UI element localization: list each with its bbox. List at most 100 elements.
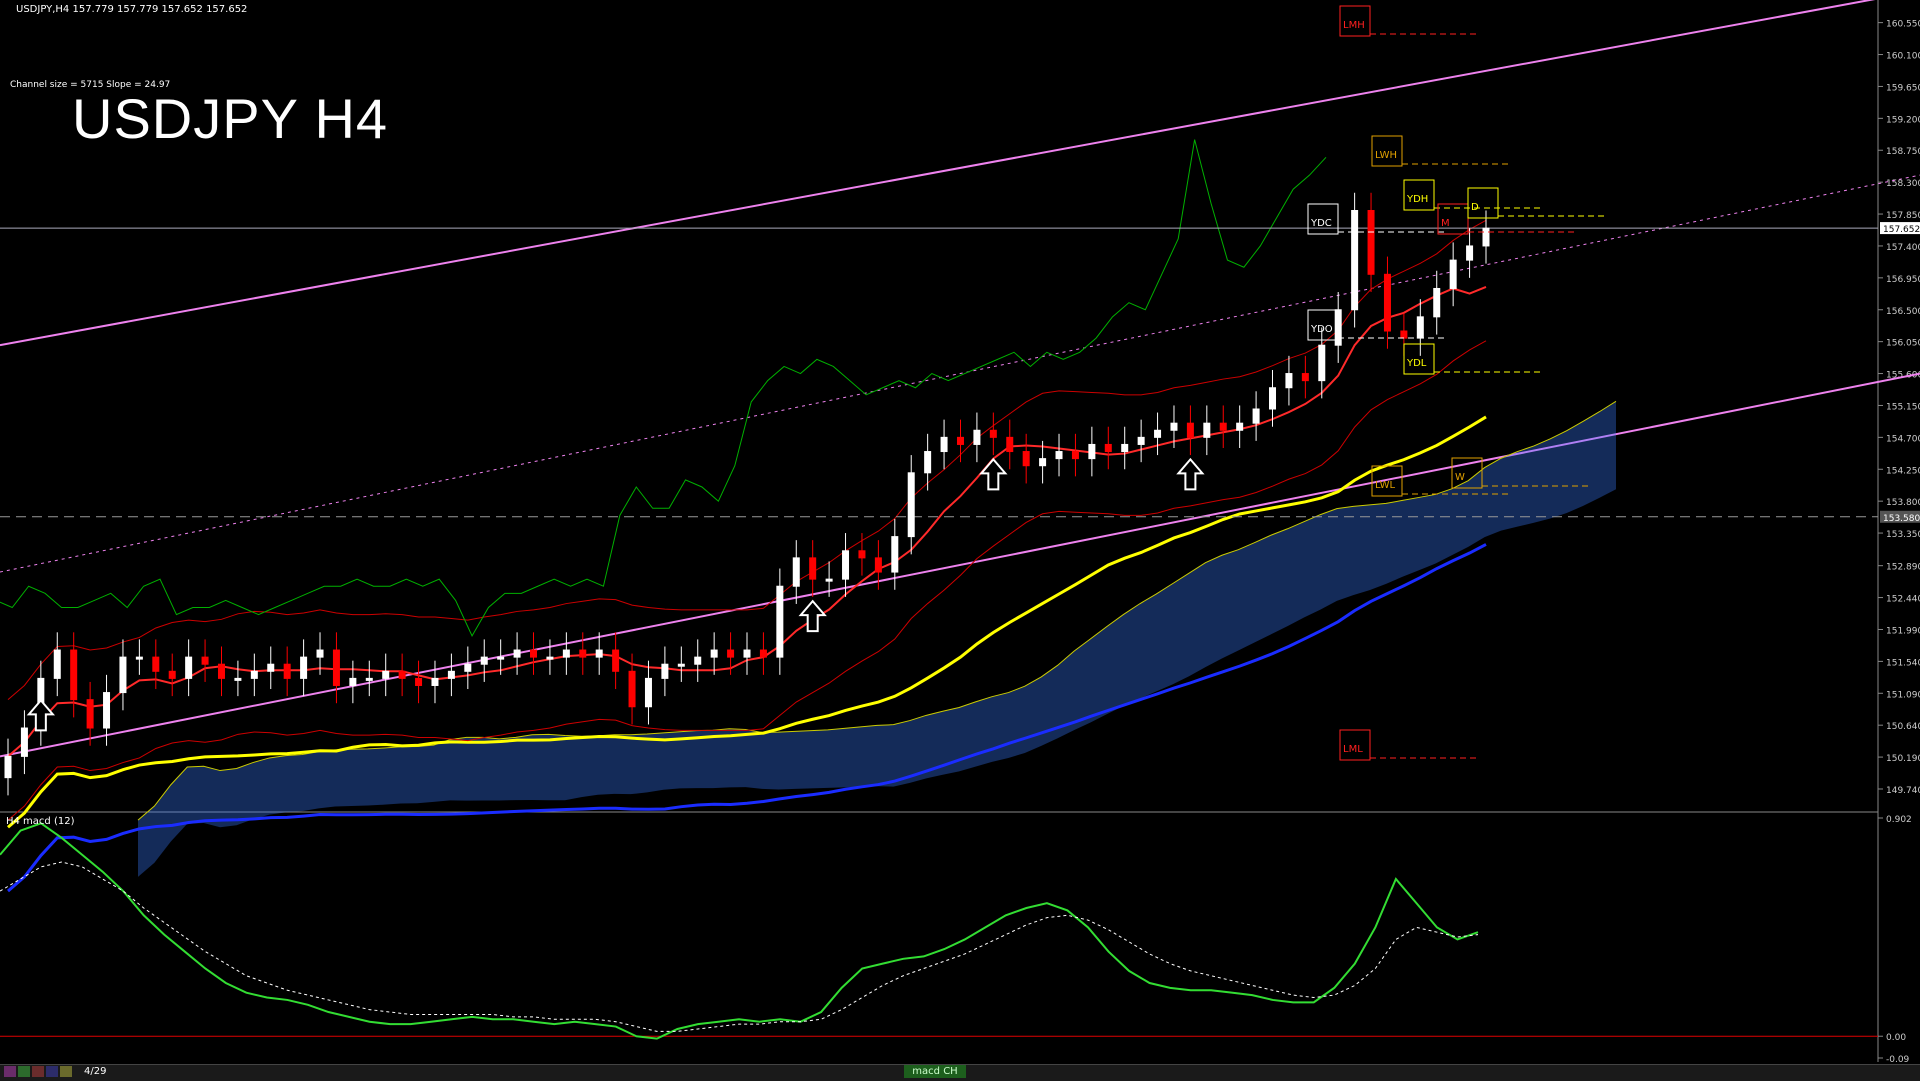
ichimoku-cloud bbox=[138, 401, 1616, 877]
tab-swatch[interactable] bbox=[32, 1066, 44, 1077]
candle-body bbox=[332, 649, 340, 686]
macd-tick-label: 0.00 bbox=[1886, 1033, 1906, 1043]
signal-line bbox=[0, 861, 1479, 1032]
candle-body bbox=[398, 670, 406, 679]
candle-body bbox=[677, 663, 685, 667]
y-tick-label: 157.400 bbox=[1886, 243, 1920, 253]
tab-swatch[interactable] bbox=[46, 1066, 58, 1077]
y-tick-label: 159.200 bbox=[1886, 115, 1920, 125]
level-label: LWH bbox=[1375, 150, 1397, 161]
y-tick-label: 151.990 bbox=[1886, 626, 1920, 636]
candle-body bbox=[792, 557, 800, 587]
macd-line bbox=[0, 822, 1479, 1040]
tab-swatch[interactable] bbox=[60, 1066, 72, 1077]
candle-body bbox=[1433, 287, 1441, 318]
up-arrow-icon bbox=[26, 698, 56, 732]
candle-body bbox=[1367, 210, 1375, 275]
candle-body bbox=[1285, 373, 1293, 389]
page-label: 4/29 bbox=[84, 1066, 107, 1077]
candle-body bbox=[1219, 422, 1227, 431]
y-tick-label: 155.150 bbox=[1886, 402, 1920, 412]
candle-body bbox=[1351, 210, 1359, 311]
candle-body bbox=[382, 670, 390, 679]
tab-swatch[interactable] bbox=[4, 1066, 16, 1077]
level-label: LMH bbox=[1343, 20, 1365, 31]
candle-body bbox=[480, 656, 488, 665]
chikou-span-line bbox=[0, 139, 1327, 637]
candle-body bbox=[1088, 443, 1096, 460]
y-tick-label: 159.650 bbox=[1886, 83, 1920, 93]
candle-body bbox=[940, 436, 948, 453]
ema-red-line bbox=[7, 286, 1487, 758]
y-tick-label: 153.800 bbox=[1886, 498, 1920, 508]
candle-body bbox=[415, 677, 423, 686]
candle-body bbox=[628, 670, 636, 708]
level-label: D bbox=[1471, 202, 1479, 213]
candle-body bbox=[86, 699, 94, 729]
candle-body bbox=[119, 656, 127, 694]
candle-body bbox=[1482, 227, 1490, 247]
candle-body bbox=[907, 472, 915, 538]
candle-body bbox=[1383, 273, 1391, 332]
candle-body bbox=[1449, 259, 1457, 289]
candle-body bbox=[825, 578, 833, 582]
candle-body bbox=[513, 649, 521, 658]
candle-body bbox=[217, 663, 225, 679]
candle-body bbox=[612, 649, 620, 672]
candle-body bbox=[1186, 422, 1194, 438]
candle-body bbox=[152, 656, 160, 672]
chart-title: USDJPY H4 bbox=[72, 87, 389, 150]
candle-body bbox=[989, 429, 997, 438]
y-tick-label: 157.850 bbox=[1886, 211, 1920, 221]
candle-body bbox=[234, 677, 242, 681]
y-tick-label: 158.300 bbox=[1886, 179, 1920, 189]
macd-subwindow-label: H4 macd (12) bbox=[6, 816, 75, 827]
y-tick-label: 150.640 bbox=[1886, 722, 1920, 732]
candle-body bbox=[924, 451, 932, 474]
candle-body bbox=[1039, 458, 1047, 467]
candle-body bbox=[891, 536, 899, 573]
candle-body bbox=[4, 755, 12, 779]
candle-body bbox=[316, 649, 324, 658]
candle-body bbox=[546, 656, 554, 660]
candle-body bbox=[956, 436, 964, 445]
candle-body bbox=[1154, 429, 1162, 438]
candle-body bbox=[1301, 373, 1309, 382]
y-tick-label: 160.550 bbox=[1886, 20, 1920, 30]
level-label: M bbox=[1441, 218, 1450, 229]
usdjpy-h4-chart[interactable]: 160.550 160.100 159.650 159.200 158.750 158.3… bbox=[0, 0, 1920, 1080]
candle-body bbox=[1006, 436, 1014, 453]
candle-body bbox=[1400, 330, 1408, 339]
candle-body bbox=[1203, 422, 1211, 438]
candle-body bbox=[661, 663, 669, 679]
candle-body bbox=[70, 649, 78, 701]
candle-body bbox=[447, 670, 455, 679]
candle-body bbox=[1055, 451, 1063, 460]
candle-body bbox=[595, 649, 603, 658]
y-tick-label: 152.890 bbox=[1886, 563, 1920, 573]
candle-body bbox=[497, 656, 505, 660]
candle-body bbox=[1252, 408, 1260, 424]
tab-swatch[interactable] bbox=[18, 1066, 30, 1077]
candle-body bbox=[776, 585, 784, 658]
marked-level-label: 153.580 bbox=[1883, 514, 1920, 524]
up-arrow-icon bbox=[1176, 457, 1205, 491]
macd-tab[interactable]: macd CH bbox=[904, 1065, 966, 1078]
y-tick-label: 149.740 bbox=[1886, 786, 1920, 796]
candle-body bbox=[1170, 422, 1178, 431]
y-tick-label: 151.540 bbox=[1886, 658, 1920, 668]
candle-body bbox=[1137, 436, 1145, 445]
y-tick-label: 156.950 bbox=[1886, 275, 1920, 285]
y-tick-label: 153.350 bbox=[1886, 530, 1920, 540]
candle-body bbox=[842, 550, 850, 580]
y-tick-label: 150.190 bbox=[1886, 754, 1920, 764]
candle-body bbox=[694, 656, 702, 665]
y-tick-label: 160.100 bbox=[1886, 52, 1920, 62]
candle-body bbox=[1071, 451, 1079, 460]
candle-body bbox=[1104, 443, 1112, 453]
candle-body bbox=[579, 649, 587, 658]
candle-body bbox=[1269, 387, 1277, 410]
up-arrow-icon bbox=[798, 599, 827, 633]
y-tick-label: 156.050 bbox=[1886, 339, 1920, 349]
candle-body bbox=[743, 649, 751, 658]
